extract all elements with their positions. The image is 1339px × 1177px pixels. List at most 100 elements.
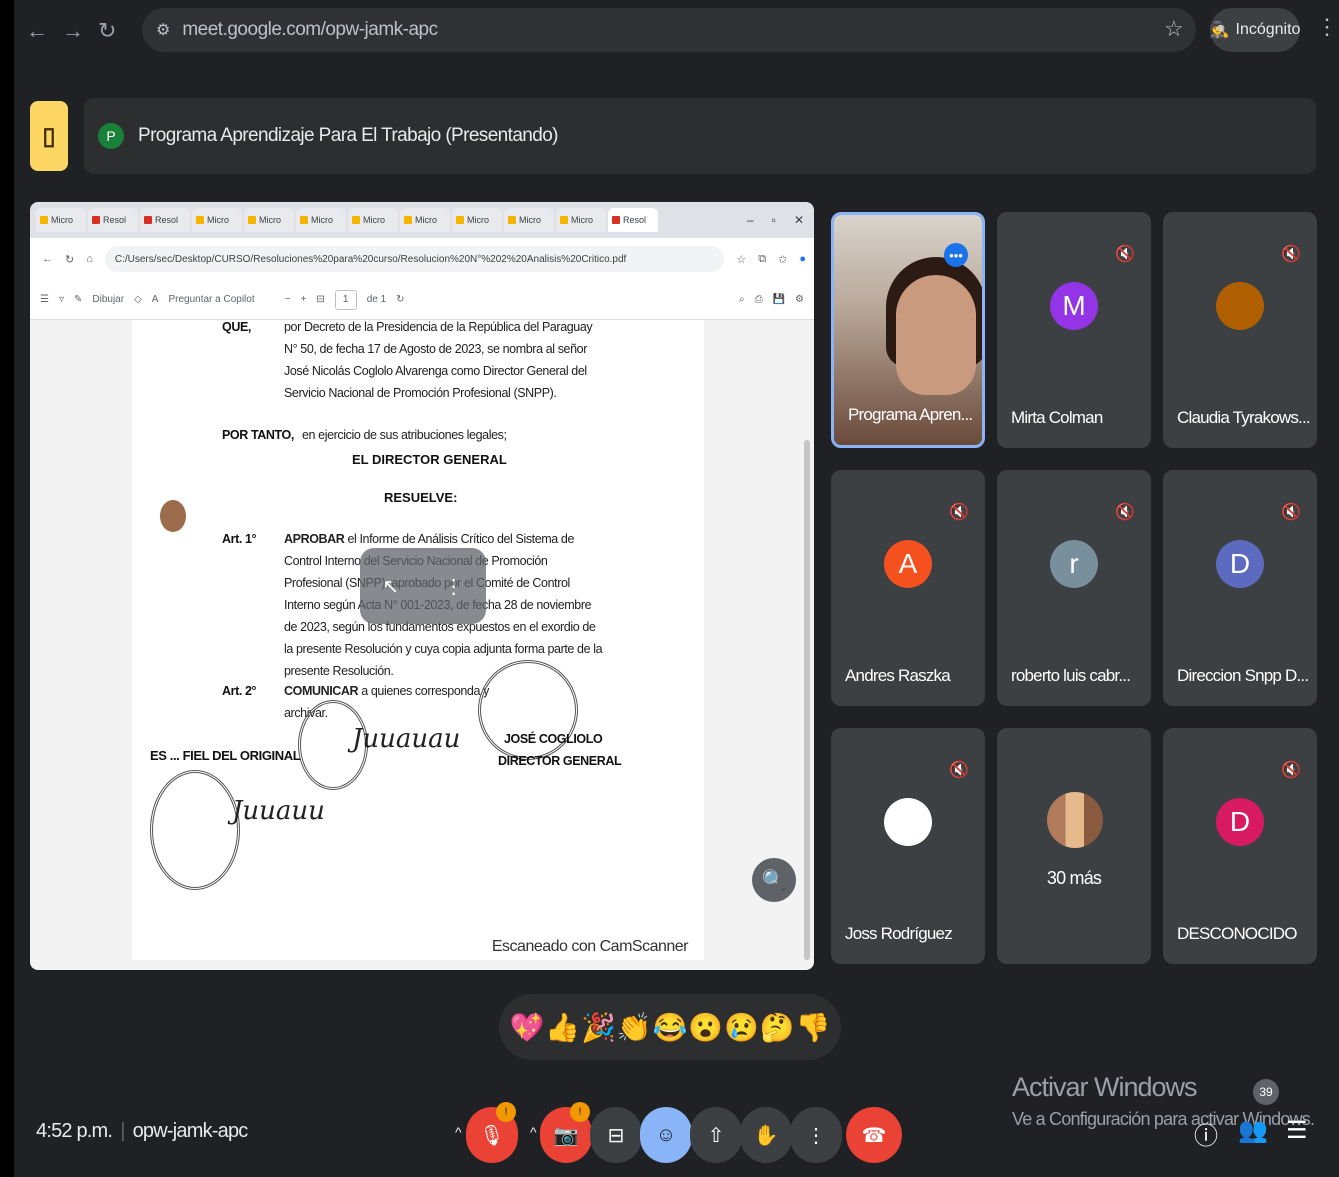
mic-off-icon: 🔇: [1281, 246, 1301, 263]
participant-avatar: A: [884, 540, 932, 588]
participant-tile[interactable]: 🔇 Claudia Tyrakows...: [1163, 212, 1317, 448]
more-participants-tile[interactable]: 30 más: [997, 728, 1151, 964]
reaction-emoji[interactable]: 🎉: [581, 1011, 616, 1044]
participant-tile[interactable]: 🔇 D DESCONOCIDO: [1163, 728, 1317, 964]
pdf-page: QUE, por Decreto de la Presidencia de la…: [132, 320, 704, 960]
participant-count-badge: 39: [1253, 1079, 1279, 1105]
present-button[interactable]: ⇧: [690, 1107, 742, 1163]
presenter-avatar: P: [98, 123, 124, 149]
hand-icon: ✋: [753, 1124, 779, 1147]
chat-icon[interactable]: ☰: [1286, 1116, 1308, 1145]
sharer-avatar: [160, 500, 186, 532]
reactions-button[interactable]: ☺: [640, 1107, 692, 1163]
shared-tab-label: Micro: [259, 215, 281, 225]
reaction-emoji[interactable]: 💖: [509, 1011, 544, 1044]
reaction-emoji[interactable]: 😢: [724, 1011, 759, 1044]
shared-tab-label: Resol: [103, 215, 127, 225]
draw-label: Dibujar: [92, 294, 125, 305]
participant-tile[interactable]: 🔇 D Direccion Snpp D...: [1163, 470, 1317, 706]
mic-off-icon: 🔇: [949, 504, 969, 521]
contents-icon: ☰: [40, 294, 49, 305]
reaction-emoji[interactable]: 😂: [653, 1011, 688, 1044]
shared-tab: Micro: [36, 208, 86, 232]
captions-button[interactable]: ⊟: [590, 1107, 642, 1163]
draw-icon: ✎: [74, 294, 83, 305]
people-icon[interactable]: 👥: [1238, 1116, 1268, 1145]
reaction-emoji[interactable]: 👍: [545, 1011, 580, 1044]
shared-tab: Resol: [608, 208, 658, 232]
reaction-emoji[interactable]: 👎: [796, 1011, 831, 1044]
certified-copy-stamp: ES ... FIEL DEL ORIGINAL: [150, 748, 301, 763]
raise-hand-button[interactable]: ✋: [740, 1107, 792, 1163]
zoom-button[interactable]: 🔍: [752, 858, 796, 902]
pdf-scrollbar: [804, 440, 810, 960]
art2-label: Art. 2°: [222, 684, 257, 698]
reaction-emoji[interactable]: 🤔: [760, 1011, 795, 1044]
participant-tile[interactable]: 🔇 A Andres Raszka: [831, 470, 985, 706]
participant-tile[interactable]: 🔇 Joss Rodríguez: [831, 728, 985, 964]
pdf-viewer: QUE, por Decreto de la Presidencia de la…: [30, 320, 814, 970]
leave-call-button[interactable]: ☎: [846, 1107, 902, 1163]
shared-screen: Micro Resol Resol Micro Micro Micro Micro Micro…: [30, 202, 814, 970]
reaction-emoji[interactable]: 😮: [688, 1011, 723, 1044]
activities-button[interactable]: ▯: [30, 101, 68, 171]
browser-menu-icon[interactable]: ⋮: [1316, 14, 1338, 40]
shared-tab-label: Resol: [155, 215, 179, 225]
more-options-button[interactable]: ⋮: [790, 1107, 842, 1163]
more-vert-icon: ⋮: [443, 575, 464, 598]
shared-tab-label: Micro: [51, 215, 73, 225]
art1-label: Art. 1°: [222, 532, 257, 546]
shared-tab: Micro: [244, 208, 294, 232]
document-icon: [196, 216, 204, 224]
emoji-icon: ☺: [655, 1123, 677, 1146]
extensions-icon: ⧉: [758, 252, 767, 265]
shared-tab-label: Micro: [519, 215, 541, 225]
shared-tab-label: Micro: [415, 215, 437, 225]
mic-off-icon: 🔇: [949, 762, 969, 779]
back-icon[interactable]: ←: [26, 18, 48, 44]
zoom-icon: 🔍: [761, 869, 787, 892]
presenting-title: Programa Aprendizaje Para El Trabajo (Pr…: [138, 125, 559, 146]
shared-tab: Micro: [192, 208, 242, 232]
address-bar[interactable]: ⚙ meet.google.com/opw-jamk-apc: [142, 8, 1196, 52]
reaction-emoji[interactable]: 👏: [617, 1011, 652, 1044]
rotate-icon: ↻: [396, 294, 405, 305]
zoom-in-icon: +: [300, 294, 307, 305]
cursor-icon: ↖: [382, 575, 400, 598]
camera-options-caret[interactable]: ^: [530, 1124, 537, 1140]
group-avatars: [1047, 792, 1103, 848]
mic-options-caret[interactable]: ^: [455, 1124, 462, 1140]
document-icon: [404, 216, 412, 224]
shared-tab: Resol: [140, 208, 190, 232]
video-face: [896, 275, 976, 395]
meeting-info: 4:52 p.m. | opw-jamk-apc: [36, 1120, 248, 1143]
que-paragraph: por Decreto de la Presidencia de la Repú…: [284, 320, 593, 400]
incognito-icon: 🕵: [1209, 22, 1230, 39]
document-icon: [560, 216, 568, 224]
save-icon: 💾: [772, 294, 786, 305]
shared-tab: Micro: [556, 208, 606, 232]
camscanner-watermark: Escaneado con CamScanner: [491, 938, 689, 955]
ask-copilot-label: Preguntar a Copilot: [168, 294, 255, 305]
shared-tab-label: Micro: [467, 215, 489, 225]
pdf-icon: [144, 216, 152, 224]
participant-tile[interactable]: 🔇 r roberto luis cabr...: [997, 470, 1151, 706]
shared-tab: Micro: [400, 208, 450, 232]
incognito-badge[interactable]: 🕵 Incógnito: [1210, 8, 1300, 52]
pointer-overlay: ↖ ⋮: [360, 548, 486, 624]
bookmark-star-icon[interactable]: ☆: [1164, 16, 1184, 42]
participant-name: Claudia Tyrakows...: [1177, 408, 1311, 427]
close-icon: ✕: [793, 213, 804, 227]
star-icon: ☆: [736, 253, 747, 266]
por-tanto-text: en ejercicio de sus atribuciones legales…: [302, 428, 507, 442]
forward-icon[interactable]: →: [62, 18, 84, 44]
reload-icon[interactable]: ↻: [98, 18, 116, 44]
info-icon[interactable]: ⓘ: [1194, 1116, 1218, 1151]
mic-off-icon: 🔇: [1115, 504, 1135, 521]
participant-tile[interactable]: ••• Programa Apren...: [831, 212, 985, 448]
browser-toolbar: ← → ↻ ⚙ meet.google.com/opw-jamk-apc ☆ 🕵…: [14, 0, 1339, 66]
site-info-icon[interactable]: ⚙: [156, 20, 170, 40]
activation-subtitle: Ve a Configuración para activar Windows.: [1012, 1109, 1315, 1129]
participant-tile[interactable]: 🔇 M Mirta Colman: [997, 212, 1151, 448]
tile-options-icon[interactable]: •••: [944, 243, 968, 267]
